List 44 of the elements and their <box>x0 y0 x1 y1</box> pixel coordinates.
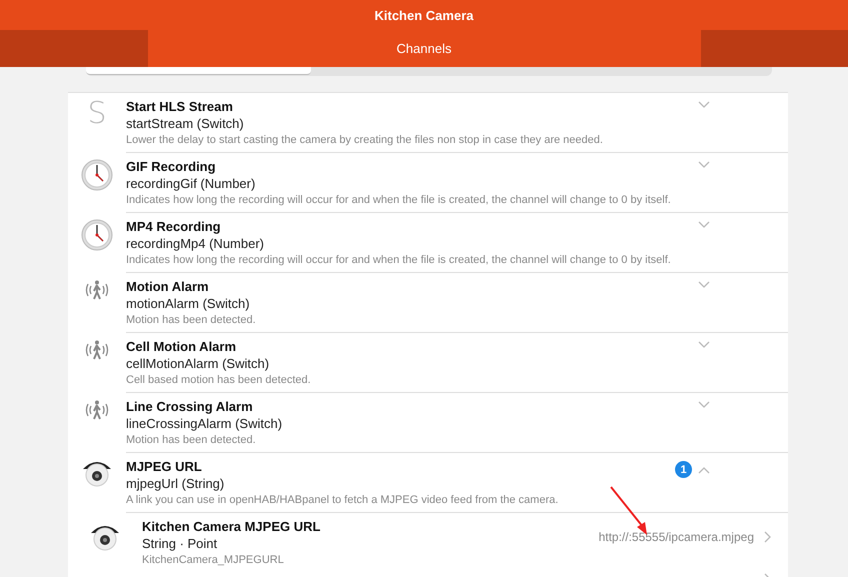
expand-chevron-icon[interactable] <box>698 101 710 109</box>
channel-id: startStream (Switch) <box>126 115 244 133</box>
channel-id: motionAlarm (Switch) <box>126 295 250 313</box>
channel-name: GIF Recording <box>126 159 216 175</box>
clock-icon <box>81 219 113 251</box>
dome-camera-icon <box>90 523 120 551</box>
expand-chevron-icon[interactable] <box>698 401 710 409</box>
channel-description: Indicates how long the recording will occur for and when the file is created, the channel will change to 0 by itself. <box>126 193 671 207</box>
dome-camera-icon <box>82 459 112 487</box>
motion-sensor-icon <box>83 399 111 421</box>
channel-description: Indicates how long the recording will occur for and when the file is created, the channel will change to 0 by itself. <box>126 253 671 267</box>
letter-icon: S <box>87 99 107 129</box>
expand-chevron-icon[interactable] <box>698 161 710 169</box>
channel-id: mjpegUrl (String) <box>126 475 224 493</box>
channel-name: Line Crossing Alarm <box>126 399 253 415</box>
item-state: http://:55555/ipcamera.mjpeg <box>598 530 754 544</box>
channel-description: A link you can use in openHAB/HABpanel to fetch a MJPEG video feed from the camera. <box>126 493 558 507</box>
channel-name: MP4 Recording <box>126 219 221 235</box>
item-type: String · Point <box>142 535 218 553</box>
forward-chevron-icon[interactable] <box>764 531 772 543</box>
expand-chevron-icon[interactable] <box>698 341 710 349</box>
motion-sensor-icon <box>83 339 111 361</box>
channel-id: cellMotionAlarm (Switch) <box>126 355 270 373</box>
channel-name: MJPEG URL <box>126 459 202 475</box>
motion-sensor-icon <box>83 279 111 301</box>
channel-description: Lower the delay to start casting the camera by creating the files non stop in case they are needed. <box>126 133 603 147</box>
collapse-chevron-icon[interactable] <box>698 466 710 474</box>
expand-chevron-icon[interactable] <box>698 281 710 289</box>
channel-description: Motion has been detected. <box>126 433 256 447</box>
channel-name: Start HLS Stream <box>126 99 233 115</box>
channels-tab[interactable]: Channels <box>148 30 700 67</box>
channel-name: Cell Motion Alarm <box>126 339 236 355</box>
count-badge: 1 <box>675 461 692 478</box>
item-name: KitchenCamera_MJPEGURL <box>142 553 284 567</box>
clock-icon <box>81 159 113 191</box>
linked-item-name: Kitchen Camera MJPEG URL <box>142 519 320 535</box>
channel-id: lineCrossingAlarm (Switch) <box>126 415 282 433</box>
channel-description: Cell based motion has been detected. <box>126 373 311 387</box>
channel-id: recordingGif (Number) <box>126 175 256 193</box>
channel-name: Motion Alarm <box>126 279 209 295</box>
channel-id: recordingMp4 (Number) <box>126 235 264 253</box>
page-title: Kitchen Camera <box>374 8 474 22</box>
expand-chevron-icon[interactable] <box>698 221 710 229</box>
channel-description: Motion has been detected. <box>126 313 256 327</box>
